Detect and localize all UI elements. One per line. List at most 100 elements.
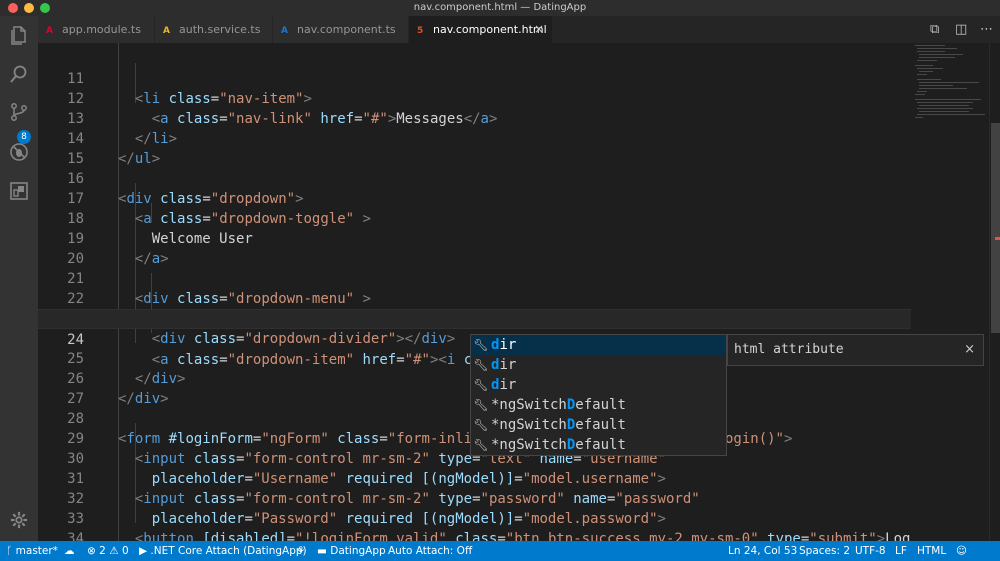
minimap-line — [917, 91, 927, 92]
code-editor[interactable]: 11 <li class="nav-item"> 12 <a class="na… — [38, 43, 911, 541]
wrench-icon: 🔧︎ — [473, 418, 489, 432]
suggestion-item[interactable]: 🔧︎ *ngSwitchDefault — [471, 415, 726, 435]
code-line: 34 </form> — [38, 509, 911, 541]
suggestion-rest: efault — [575, 437, 626, 453]
line-ending[interactable]: LF — [895, 541, 907, 561]
feedback-icon[interactable]: ☺ — [956, 541, 967, 561]
suggestion-detail-text: html attribute — [734, 342, 844, 357]
autocomplete-suggestions[interactable]: 🔧︎ dir 🔧︎ dir 🔧︎ dir 🔧︎ *ngSwitchDefault 🔧︎ *… — [470, 334, 727, 456]
extensions-icon[interactable] — [8, 181, 30, 203]
debug-config-label: .NET Core Attach (DatingApp) — [150, 545, 307, 557]
debug-icon[interactable] — [8, 142, 30, 164]
source-control-icon[interactable] — [8, 102, 30, 124]
debug-config[interactable]: ▶ .NET Core Attach (DatingApp) — [139, 541, 307, 561]
problems-indicator[interactable]: ⊗ 2 ⚠ 0 — [87, 541, 129, 561]
tab-nav-component-ts[interactable]: Anav.component.ts — [273, 16, 409, 43]
open-changes-icon[interactable]: ⧉ — [930, 16, 939, 43]
minimap-line — [919, 82, 979, 83]
scrollbar-thumb[interactable] — [991, 123, 1000, 333]
tab-nav-component-html[interactable]: 5 nav.component.html × — [409, 16, 553, 43]
language-mode[interactable]: HTML — [917, 541, 946, 561]
suggestion-prefix: *ngSwitch — [491, 437, 567, 453]
tab-auth-service[interactable]: Aauth.service.ts — [155, 16, 273, 43]
editor-tab-bar: Aapp.module.ts Aauth.service.ts Anav.com… — [38, 16, 1000, 43]
settings-gear-icon[interactable] — [8, 511, 30, 533]
suggestion-rest: efault — [575, 397, 626, 413]
wrench-icon: 🔧︎ — [473, 378, 489, 392]
search-icon[interactable] — [8, 64, 30, 86]
minimap-line — [919, 57, 955, 58]
cursor-position[interactable]: Ln 24, Col 53 — [728, 541, 797, 561]
suggestion-item[interactable]: 🔧︎ *ngSwitchDefault — [471, 435, 726, 455]
code-line: 13 </li> — [38, 89, 911, 147]
warning-count: 0 — [121, 545, 129, 557]
git-branch-icon: ᚴ — [6, 545, 13, 557]
window-title: nav.component.html — DatingApp — [413, 2, 587, 13]
branch-indicator[interactable]: ᚴ master* — [6, 541, 58, 561]
code-line: 17 <a class="dropdown-toggle" > — [38, 169, 911, 227]
minimap-line — [917, 68, 943, 69]
minimap-line — [915, 65, 933, 66]
close-tab-icon[interactable]: × — [534, 16, 544, 43]
line-number: 34 — [67, 531, 84, 541]
minimap[interactable] — [911, 43, 989, 541]
minimap-line — [919, 105, 969, 106]
code-line: 32 placeholder="Password" required [(ngM… — [38, 469, 911, 527]
minimap-line — [919, 111, 969, 112]
play-icon: ▶ — [139, 545, 148, 557]
cloud-sync-icon[interactable]: ☁ — [64, 541, 75, 561]
error-count: 2 — [99, 545, 106, 557]
more-actions-icon[interactable]: ⋯ — [980, 16, 993, 43]
minimap-line — [915, 117, 923, 118]
warning-icon: ⚠ — [109, 545, 119, 557]
minimap-line — [917, 102, 973, 103]
wrench-icon: 🔧︎ — [473, 358, 489, 372]
minimap-line — [919, 85, 953, 86]
minimap-line — [917, 51, 945, 52]
tab-label: nav.component.ts — [297, 23, 396, 36]
suggestion-prefix: *ngSwitch — [491, 417, 567, 433]
code-line: 16 <div class="dropdown"> — [38, 149, 911, 207]
close-icon[interactable]: × — [964, 335, 975, 365]
split-editor-icon[interactable]: ◫ — [955, 16, 967, 43]
minimap-line — [917, 60, 937, 61]
minimap-line — [915, 45, 945, 46]
suggestion-item[interactable]: 🔧︎ dir — [471, 375, 726, 395]
code-line: 11 <li class="nav-item"> — [38, 49, 911, 107]
suggestion-detail: html attribute × — [727, 334, 984, 366]
suggestion-item[interactable]: 🔧︎ *ngSwitchDefault — [471, 395, 726, 415]
minimap-line — [917, 114, 985, 115]
angular-icon: A — [281, 26, 288, 36]
vertical-scrollbar[interactable] — [989, 43, 1000, 541]
encoding[interactable]: UTF-8 — [855, 541, 886, 561]
code-line: 12 <a class="nav-link" href="#">Messages… — [38, 69, 911, 127]
code-line-current: 24 <a class="dropdown-item" href="#"><i … — [38, 309, 911, 370]
maximize-window-button[interactable] — [40, 3, 50, 13]
wrench-icon: 🔧︎ — [473, 398, 489, 412]
activity-bar: 8 — [0, 16, 38, 541]
folder-name: DatingApp — [330, 545, 386, 557]
folder-indicator[interactable]: ▬ DatingApp — [317, 541, 386, 561]
close-window-button[interactable] — [8, 3, 18, 13]
minimap-line — [917, 108, 973, 109]
minimap-line — [917, 74, 927, 75]
status-bar: ᚴ master* ☁ ⊗ 2 ⚠ 0 ▶ .NET Core Attach (… — [0, 541, 1000, 561]
minimize-window-button[interactable] — [24, 3, 34, 13]
code-line: 21 <div class="dropdown-menu" > — [38, 249, 911, 307]
code-line: 23 <div class="dropdown-divider"></div> — [38, 289, 911, 347]
suggestion-item[interactable]: 🔧︎ dir — [471, 355, 726, 375]
wrench-icon: 🔧︎ — [473, 338, 489, 352]
live-share-icon[interactable]: ⚘ — [296, 541, 305, 561]
suggestion-item[interactable]: 🔧︎ dir — [471, 335, 726, 355]
auto-attach-toggle[interactable]: Auto Attach: Off — [388, 541, 472, 561]
suggestion-rest: ir — [499, 377, 517, 393]
suggestion-rest: ir — [499, 357, 517, 373]
indentation[interactable]: Spaces: 2 — [799, 541, 850, 561]
minimap-line — [919, 71, 933, 72]
tab-app-module[interactable]: Aapp.module.ts — [38, 16, 155, 43]
suggestion-rest: efault — [575, 417, 626, 433]
angular-icon: A — [163, 26, 170, 36]
code-line: 14 </ul> — [38, 109, 911, 167]
explorer-icon[interactable] — [8, 25, 30, 47]
minimap-line — [915, 99, 981, 100]
